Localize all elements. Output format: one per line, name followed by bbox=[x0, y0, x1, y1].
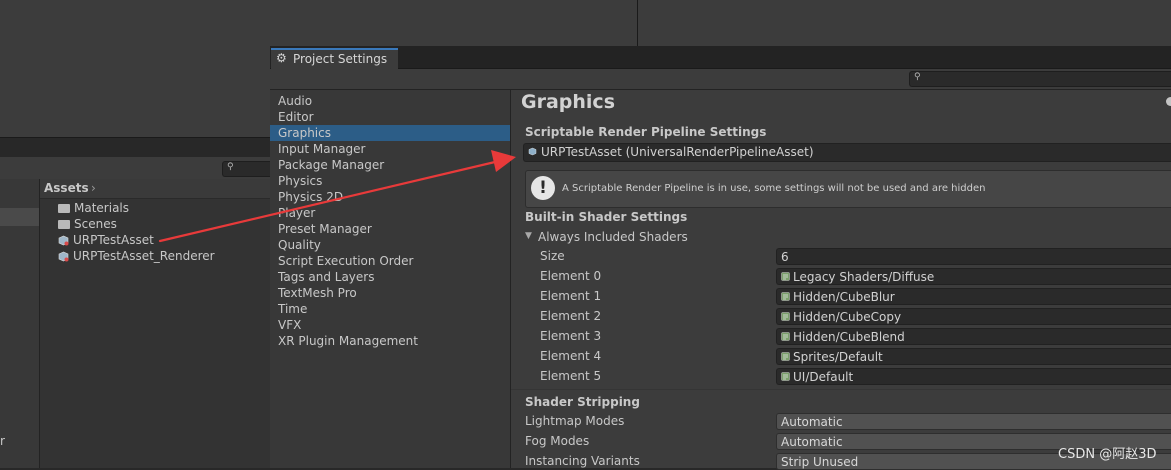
sidebar-item-xr-plugin-management[interactable]: XR Plugin Management bbox=[278, 333, 418, 349]
info-helpbox: ! A Scriptable Render Pipeline is in use… bbox=[525, 170, 1171, 208]
chevron-right-icon: › bbox=[91, 181, 96, 195]
sidebar-item-time[interactable]: Time bbox=[278, 301, 307, 317]
shader-value: UI/Default bbox=[793, 370, 854, 384]
shader-value: Hidden/CubeCopy bbox=[793, 310, 902, 324]
shader-field[interactable]: Hidden/CubeBlend bbox=[776, 328, 1171, 345]
folder-tree-partial-label: r bbox=[0, 434, 5, 448]
watermark: CSDN @阿赵3D bbox=[1058, 447, 1157, 462]
search-icon: ⚲ bbox=[914, 72, 921, 82]
asset-label: URPTestAsset_Renderer bbox=[73, 249, 215, 263]
breadcrumb-assets[interactable]: Assets bbox=[44, 181, 89, 195]
shader-value: Hidden/CubeBlur bbox=[793, 290, 895, 304]
shader-icon bbox=[781, 332, 790, 341]
helpbox-message: A Scriptable Render Pipeline is in use, … bbox=[562, 183, 986, 194]
sidebar-item-audio[interactable]: Audio bbox=[278, 93, 312, 109]
project-tab-strip bbox=[0, 137, 270, 158]
triangle-down-icon[interactable]: ▼ bbox=[525, 231, 532, 241]
pipeline-asset-icon bbox=[58, 251, 69, 262]
folder-tree-selected-row[interactable] bbox=[0, 208, 39, 226]
tab-project-settings[interactable]: ⚙ Project Settings bbox=[271, 48, 398, 69]
sidebar-item-physics-2d[interactable]: Physics 2D bbox=[278, 189, 343, 205]
sidebar-item-tags-and-layers[interactable]: Tags and Layers bbox=[278, 269, 374, 285]
section-divider bbox=[511, 389, 1171, 390]
dropdown-value: Automatic bbox=[781, 435, 843, 449]
shader-icon bbox=[781, 372, 790, 381]
render-pipeline-asset-field[interactable]: URPTestAsset (UniversalRenderPipelineAss… bbox=[523, 143, 1171, 162]
sidebar-item-physics[interactable]: Physics bbox=[278, 173, 322, 189]
fog-modes-label: Fog Modes bbox=[525, 434, 590, 448]
asset-item-materials[interactable]: Materials bbox=[58, 200, 129, 216]
folder-icon bbox=[58, 220, 70, 229]
lightmap-modes-label: Lightmap Modes bbox=[525, 414, 625, 428]
lightmap-modes-dropdown[interactable]: Automatic bbox=[776, 413, 1171, 430]
always-included-shaders-foldout[interactable]: Always Included Shaders bbox=[538, 230, 688, 244]
element-label: Element 2 bbox=[540, 309, 602, 323]
shader-icon bbox=[781, 292, 790, 301]
asset-item-urptestasset-renderer[interactable]: URPTestAsset_Renderer bbox=[58, 248, 215, 264]
asset-label: URPTestAsset bbox=[73, 233, 154, 247]
page-title: Graphics bbox=[521, 91, 615, 113]
element-label: Element 0 bbox=[540, 269, 602, 283]
element-label: Element 5 bbox=[540, 369, 602, 383]
sidebar-item-vfx[interactable]: VFX bbox=[278, 317, 301, 333]
sidebar-item-textmesh-pro[interactable]: TextMesh Pro bbox=[278, 285, 357, 301]
pipeline-asset-icon bbox=[58, 235, 69, 246]
folder-icon bbox=[58, 204, 70, 213]
builtin-shader-section-header: Built-in Shader Settings bbox=[525, 210, 688, 224]
dropdown-value: Automatic bbox=[781, 415, 843, 429]
shader-stripping-header: Shader Stripping bbox=[525, 395, 640, 409]
tab-label: Project Settings bbox=[293, 52, 388, 66]
sidebar-item-player[interactable]: Player bbox=[278, 205, 315, 221]
shader-value: Legacy Shaders/Diffuse bbox=[793, 270, 935, 284]
size-value: 6 bbox=[781, 250, 789, 264]
element-label: Element 4 bbox=[540, 349, 602, 363]
sidebar-item-package-manager[interactable]: Package Manager bbox=[278, 157, 384, 173]
sidebar-item-input-manager[interactable]: Input Manager bbox=[278, 141, 366, 157]
asset-label: Scenes bbox=[74, 217, 117, 231]
project-search-input[interactable]: ⚲ bbox=[222, 161, 271, 177]
search-icon: ⚲ bbox=[227, 162, 234, 172]
shader-icon bbox=[781, 312, 790, 321]
shader-icon bbox=[781, 352, 790, 361]
srp-section-header: Scriptable Render Pipeline Settings bbox=[525, 125, 767, 139]
asset-item-scenes[interactable]: Scenes bbox=[58, 216, 117, 232]
pipeline-asset-icon bbox=[528, 147, 537, 156]
gear-icon: ⚙ bbox=[276, 51, 287, 65]
element-label: Element 1 bbox=[540, 289, 602, 303]
shader-field[interactable]: UI/Default bbox=[776, 368, 1171, 385]
size-label: Size bbox=[540, 249, 565, 263]
instancing-variants-label: Instancing Variants bbox=[525, 454, 640, 468]
shader-field[interactable]: Legacy Shaders/Diffuse bbox=[776, 268, 1171, 285]
shader-icon bbox=[781, 272, 790, 281]
sidebar-item-graphics[interactable]: Graphics bbox=[278, 125, 331, 141]
element-label: Element 3 bbox=[540, 329, 602, 343]
sidebar-item-quality[interactable]: Quality bbox=[278, 237, 321, 253]
warning-icon: ! bbox=[531, 176, 555, 200]
settings-search-input[interactable]: ⚲ bbox=[909, 71, 1171, 87]
asset-label: Materials bbox=[74, 201, 130, 215]
window-tab-bar bbox=[270, 46, 1171, 69]
sidebar-item-editor[interactable]: Editor bbox=[278, 109, 314, 125]
shader-value: Hidden/CubeBlend bbox=[793, 330, 905, 344]
shader-field[interactable]: Hidden/CubeBlur bbox=[776, 288, 1171, 305]
shader-field[interactable]: Sprites/Default bbox=[776, 348, 1171, 365]
asset-item-urptestasset[interactable]: URPTestAsset bbox=[58, 232, 154, 248]
shader-value: Sprites/Default bbox=[793, 350, 883, 364]
size-input[interactable]: 6 bbox=[776, 248, 1171, 265]
shader-field[interactable]: Hidden/CubeCopy bbox=[776, 308, 1171, 325]
help-icon[interactable] bbox=[1166, 97, 1171, 106]
sidebar-item-script-execution-order[interactable]: Script Execution Order bbox=[278, 253, 413, 269]
dropdown-value: Strip Unused bbox=[781, 455, 859, 469]
game-view[interactable] bbox=[638, 0, 1171, 46]
sidebar-item-preset-manager[interactable]: Preset Manager bbox=[278, 221, 372, 237]
render-pipeline-asset-value: URPTestAsset (UniversalRenderPipelineAss… bbox=[541, 145, 814, 159]
